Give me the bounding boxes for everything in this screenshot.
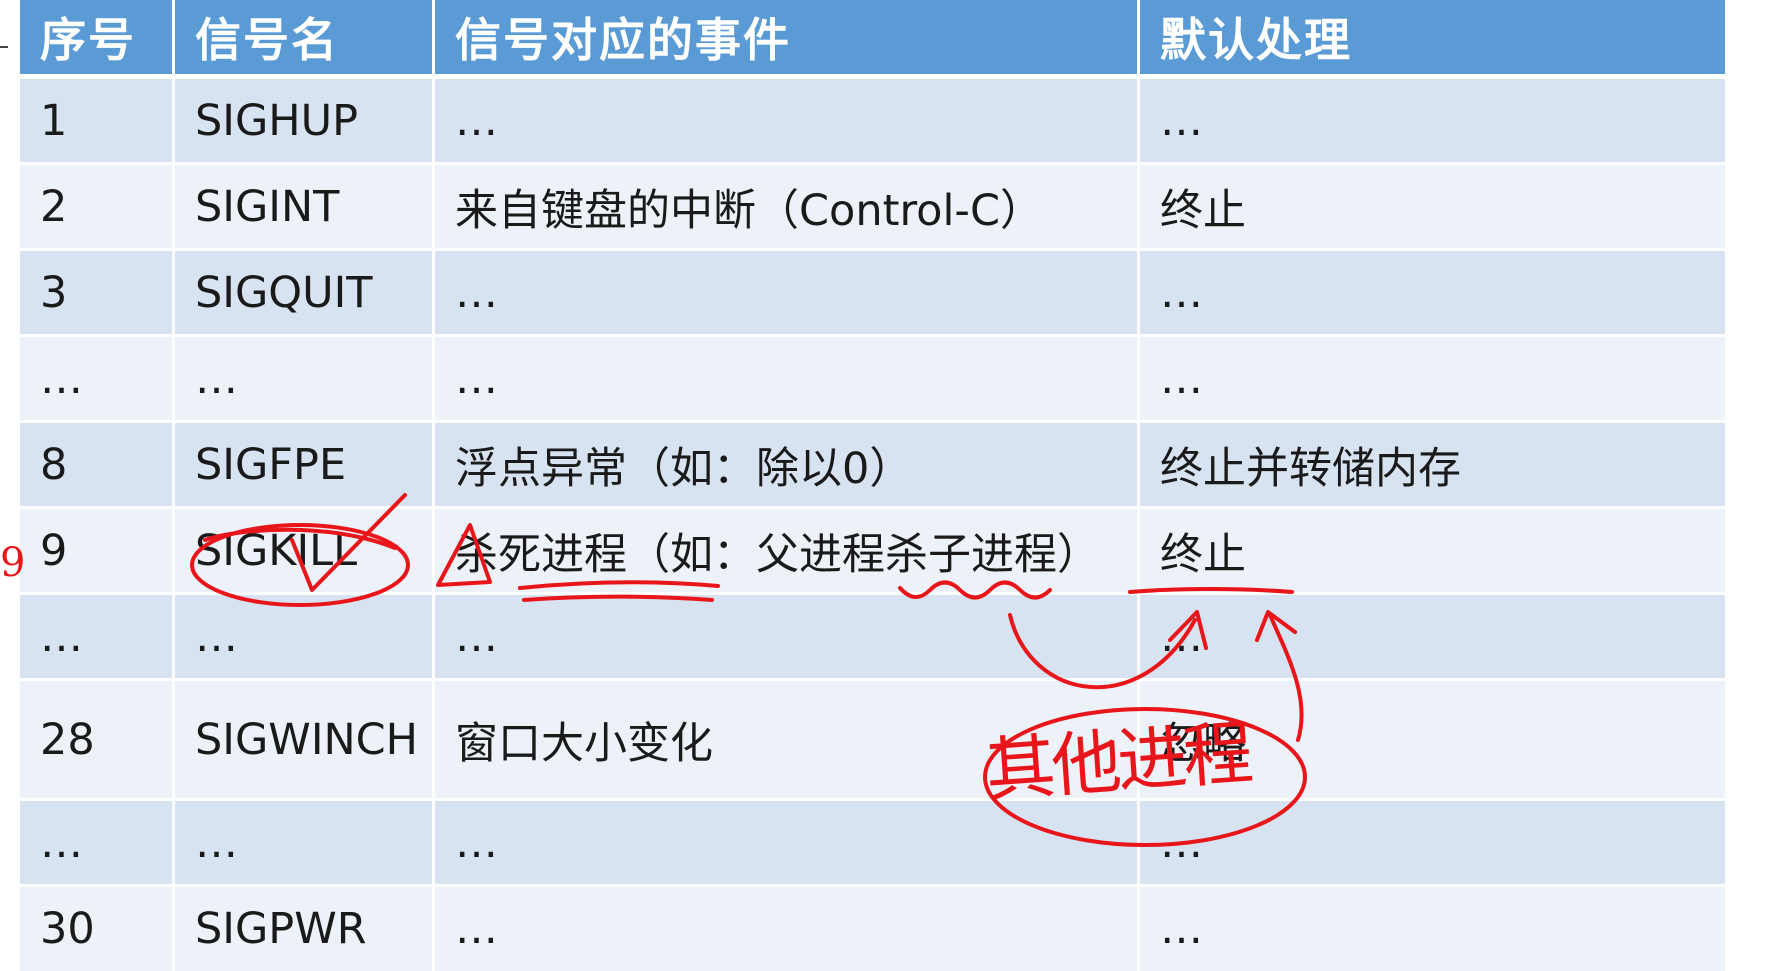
cell-default-action: … — [1140, 251, 1725, 337]
cell-event: … — [435, 251, 1140, 337]
cell-index: … — [20, 595, 175, 681]
cell-default-action: … — [1140, 887, 1725, 971]
cell-signal-name: SIGWINCH — [175, 681, 435, 801]
cell-default-action: … — [1140, 79, 1725, 165]
header-index: 序号 — [20, 0, 175, 79]
table-row: 9 SIGKILL 杀死进程（如：父进程杀子进程） 终止 — [20, 509, 1725, 595]
cell-default-action: … — [1140, 801, 1725, 887]
cell-event: … — [435, 887, 1140, 971]
slide-edge-mark — [0, 46, 8, 48]
table-header-row: 序号 信号名 信号对应的事件 默认处理 — [20, 0, 1725, 79]
cell-event: 杀死进程（如：父进程杀子进程） — [435, 509, 1140, 595]
cell-index: 2 — [20, 165, 175, 251]
cell-index: 3 — [20, 251, 175, 337]
table-row: 30 SIGPWR … … — [20, 887, 1725, 971]
cell-event: 浮点异常（如：除以0） — [435, 423, 1140, 509]
cell-signal-name: SIGFPE — [175, 423, 435, 509]
cell-index: … — [20, 801, 175, 887]
handwritten-note: 其他进程 — [982, 711, 1252, 813]
header-signal-name: 信号名 — [175, 0, 435, 79]
table-row: 3 SIGQUIT … … — [20, 251, 1725, 337]
left-margin-mark: 9 — [0, 540, 26, 586]
cell-signal-name: … — [175, 595, 435, 681]
header-default-action: 默认处理 — [1140, 0, 1725, 79]
cell-event: … — [435, 79, 1140, 165]
slide-canvas: 序号 信号名 信号对应的事件 默认处理 1 SIGHUP … … 2 SIGIN… — [0, 0, 1782, 971]
cell-index: … — [20, 337, 175, 423]
cell-signal-name: … — [175, 801, 435, 887]
cell-event: … — [435, 801, 1140, 887]
header-event: 信号对应的事件 — [435, 0, 1140, 79]
cell-default-action: … — [1140, 337, 1725, 423]
cell-index: 28 — [20, 681, 175, 801]
cell-event: … — [435, 595, 1140, 681]
cell-signal-name: SIGQUIT — [175, 251, 435, 337]
cell-index: 1 — [20, 79, 175, 165]
table-row: 1 SIGHUP … … — [20, 79, 1725, 165]
cell-default-action: 终止并转储内存 — [1140, 423, 1725, 509]
cell-signal-name: SIGKILL — [175, 509, 435, 595]
cell-index: 30 — [20, 887, 175, 971]
cell-default-action: … — [1140, 595, 1725, 681]
table-row: … … … … — [20, 337, 1725, 423]
cell-signal-name: SIGPWR — [175, 887, 435, 971]
table-row: 2 SIGINT 来自键盘的中断（Control-C） 终止 — [20, 165, 1725, 251]
table-row: 8 SIGFPE 浮点异常（如：除以0） 终止并转储内存 — [20, 423, 1725, 509]
cell-index: 8 — [20, 423, 175, 509]
cell-signal-name: SIGINT — [175, 165, 435, 251]
table-row: … … … … — [20, 801, 1725, 887]
table-row: 28 SIGWINCH 窗口大小变化 忽略 — [20, 681, 1725, 801]
cell-signal-name: SIGHUP — [175, 79, 435, 165]
cell-index: 9 — [20, 509, 175, 595]
cell-default-action: 终止 — [1140, 509, 1725, 595]
cell-event: … — [435, 337, 1140, 423]
cell-signal-name: … — [175, 337, 435, 423]
table-row: … … … … — [20, 595, 1725, 681]
signal-table: 序号 信号名 信号对应的事件 默认处理 1 SIGHUP … … 2 SIGIN… — [20, 0, 1725, 971]
cell-default-action: 终止 — [1140, 165, 1725, 251]
cell-event: 来自键盘的中断（Control-C） — [435, 165, 1140, 251]
